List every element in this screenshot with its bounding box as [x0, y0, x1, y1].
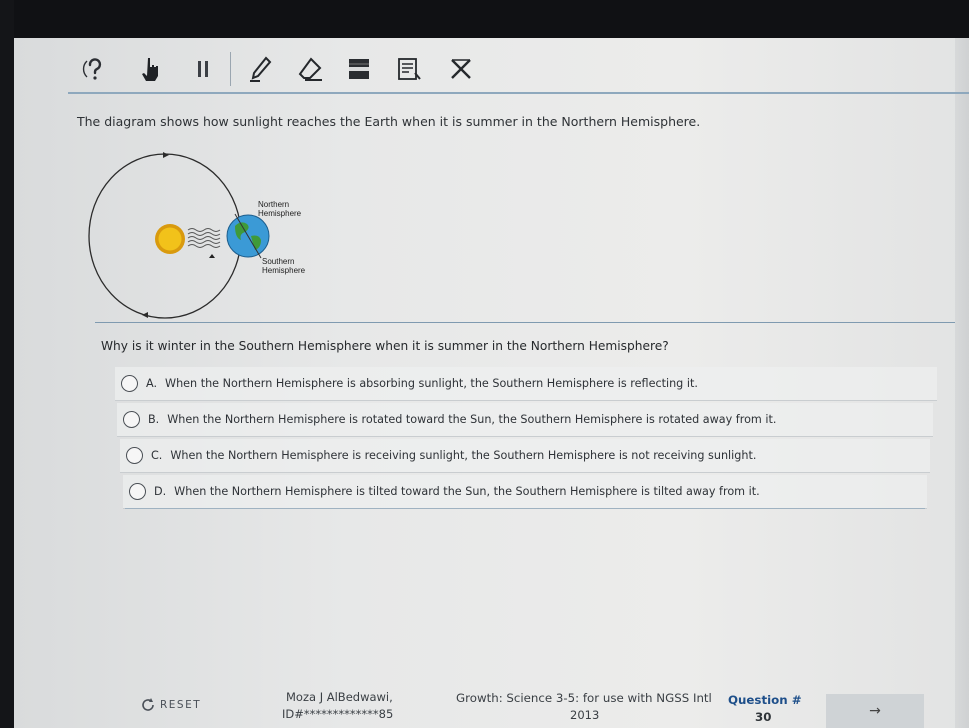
radio-button-b[interactable]	[123, 411, 140, 428]
northern-hemisphere-label-2: Hemisphere	[258, 209, 302, 218]
reset-button[interactable]: RESET	[140, 697, 201, 713]
sun-icon	[155, 224, 185, 254]
eraser-icon[interactable]	[296, 54, 326, 84]
toolbar	[60, 48, 969, 94]
orbit-arrow-top	[163, 152, 169, 158]
choice-letter: B.	[148, 413, 160, 426]
toolbar-separator	[230, 52, 231, 86]
choice-letter: C.	[151, 449, 163, 462]
answer-choice-c[interactable]: C. When the Northern Hemisphere is recei…	[120, 439, 930, 473]
answers-underline	[125, 508, 925, 509]
stimulus-divider	[95, 322, 955, 323]
choice-letter: D.	[154, 485, 167, 498]
test-year: 2013	[570, 708, 600, 722]
earth-marker-icon	[209, 254, 215, 258]
monitor-bezel-top	[0, 0, 969, 38]
radio-button-a[interactable]	[121, 375, 138, 392]
northern-hemisphere-label-1: Northern	[258, 200, 289, 209]
question-number: 30	[755, 710, 772, 724]
student-name: Moza J AlBedwawi,	[286, 690, 393, 704]
next-button[interactable]: →	[826, 694, 924, 728]
answer-choice-d[interactable]: D. When the Northern Hemisphere is tilte…	[123, 475, 927, 509]
radio-button-d[interactable]	[129, 483, 146, 500]
answer-choice-b[interactable]: B. When the Northern Hemisphere is rotat…	[117, 403, 933, 437]
southern-hemisphere-label-1: Southern	[262, 257, 294, 266]
student-id: ID#*************85	[282, 707, 394, 721]
radio-button-c[interactable]	[126, 447, 143, 464]
notepad-icon[interactable]	[394, 54, 424, 84]
sunlight-rays-icon	[187, 228, 221, 248]
choice-letter: A.	[146, 377, 158, 390]
answer-eliminator-icon[interactable]	[446, 54, 476, 84]
choice-text: When the Northern Hemisphere is tilted t…	[174, 485, 760, 498]
pause-icon[interactable]	[188, 54, 218, 84]
choice-text: When the Northern Hemisphere is receivin…	[170, 449, 757, 462]
stimulus-text: The diagram shows how sunlight reaches t…	[77, 114, 701, 129]
southern-hemisphere-label-2: Hemisphere	[262, 266, 306, 275]
reset-label: RESET	[160, 699, 202, 711]
next-arrow-icon: →	[869, 703, 881, 719]
help-question-icon[interactable]	[80, 54, 110, 84]
earth-icon	[226, 213, 270, 259]
reset-icon	[142, 698, 154, 711]
orbit-arrow-bottom	[142, 312, 148, 318]
screen-edge-right	[955, 38, 969, 728]
answer-choice-a[interactable]: A. When the Northern Hemisphere is absor…	[115, 367, 937, 401]
pencil-icon[interactable]	[246, 54, 276, 84]
test-name: Growth: Science 3-5: for use with NGSS I…	[456, 691, 712, 705]
toolbar-underline	[68, 92, 969, 94]
line-reader-icon[interactable]	[344, 54, 374, 84]
question-number-label: Question #	[728, 693, 802, 707]
pointer-hand-icon[interactable]	[136, 54, 166, 84]
question-stem: Why is it winter in the Southern Hemisph…	[101, 339, 669, 353]
choice-text: When the Northern Hemisphere is absorbin…	[165, 377, 698, 390]
choice-text: When the Northern Hemisphere is rotated …	[167, 413, 777, 426]
earth-orbit-diagram: Northern Hemisphere Southern Hemisphere	[88, 152, 306, 319]
monitor-bezel-left	[0, 0, 14, 728]
